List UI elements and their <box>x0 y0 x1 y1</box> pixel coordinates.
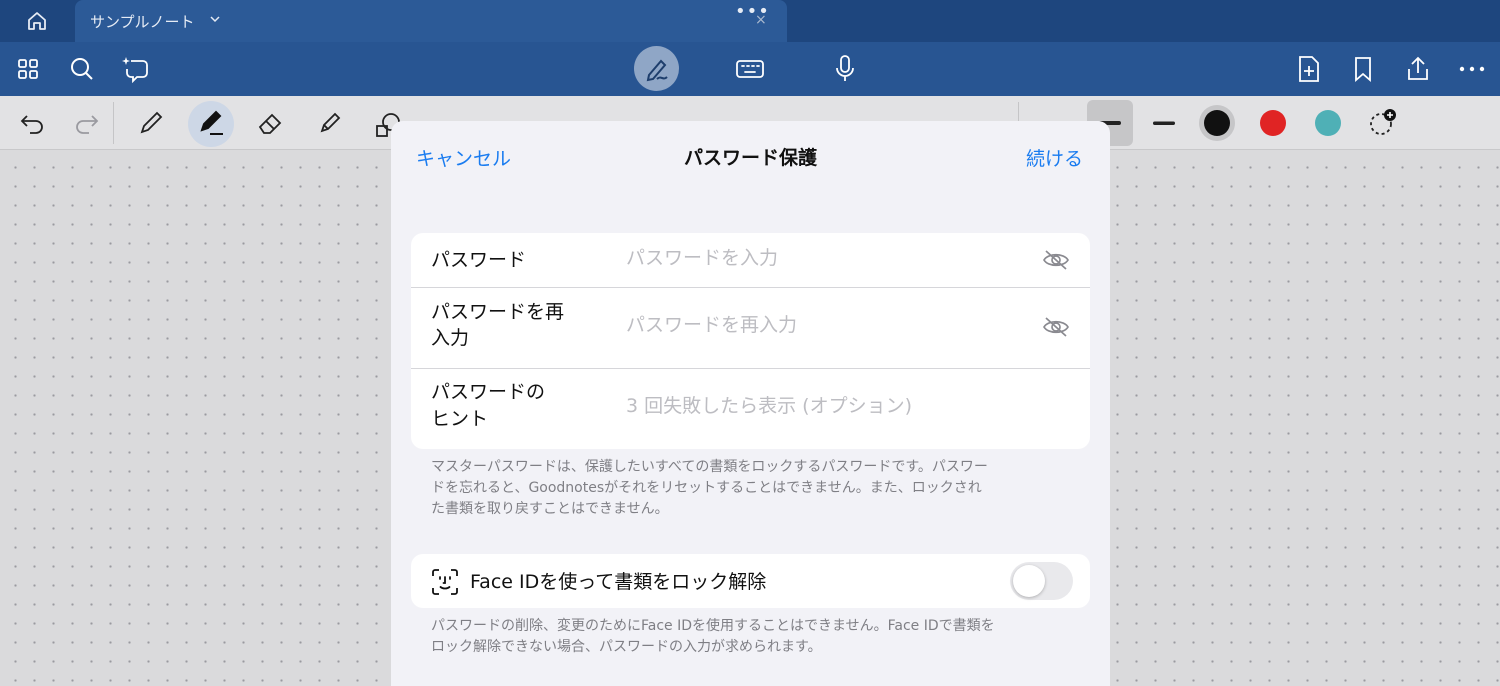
grid-icon[interactable] <box>12 53 44 85</box>
add-page-icon[interactable] <box>1293 53 1325 85</box>
stroke-medium-icon[interactable] <box>1146 105 1182 141</box>
dialog-title: パスワード保護 <box>683 147 817 169</box>
highlighter-icon[interactable] <box>312 105 348 141</box>
chevron-down-icon[interactable] <box>208 12 222 26</box>
password-field[interactable] <box>626 247 1026 269</box>
pen-icon[interactable] <box>193 105 229 141</box>
reenter-password-label-line2: 入力 <box>431 327 470 349</box>
toggle-knob <box>1013 565 1045 597</box>
home-icon <box>28 12 46 30</box>
pencil-icon[interactable] <box>133 105 169 141</box>
main-toolbar <box>0 42 1500 96</box>
reenter-password-label-line1: パスワードを再 <box>431 301 565 323</box>
faceid-note-line: ロック解除できない場合、パスワードの入力が求められます。 <box>431 639 822 655</box>
redo-icon[interactable] <box>69 105 105 141</box>
password-hint-label-line1: パスワードの <box>431 381 546 403</box>
faceid-note: パスワードの削除、変更のためにFace IDを使用することはできません。Face… <box>431 616 1076 658</box>
reenter-password-field[interactable] <box>626 314 1026 336</box>
home-button[interactable] <box>22 8 52 34</box>
face-id-icon <box>432 569 458 595</box>
color-red-swatch[interactable] <box>1260 110 1286 136</box>
search-icon[interactable] <box>66 53 98 85</box>
divider <box>113 102 114 144</box>
password-protection-dialog: キャンセル パスワード保護 続ける パスワード パスワードを再 入力 パスワード… <box>391 121 1110 686</box>
master-note-line: た書類を取り戻すことはできません。 <box>431 501 669 517</box>
undo-icon[interactable] <box>14 105 50 141</box>
password-hint-field[interactable] <box>626 395 1026 417</box>
password-hint-row: パスワードの ヒント <box>411 369 1090 449</box>
keyboard-icon[interactable] <box>734 53 766 85</box>
faceid-toggle[interactable] <box>1010 562 1073 600</box>
master-note-line: ドを忘れると、Goodnotesがそれをリセットすることはできません。また、ロッ… <box>431 480 982 496</box>
tab-bar: サンプルノート ••• × <box>0 0 1500 42</box>
eye-slash-icon[interactable] <box>1042 315 1070 339</box>
add-color-icon[interactable] <box>1364 105 1400 141</box>
faceid-label: Face IDを使って書類をロック解除 <box>470 571 767 593</box>
continue-button[interactable]: 続ける <box>1026 144 1083 171</box>
eraser-icon[interactable] <box>253 105 289 141</box>
lasso-ai-icon[interactable] <box>120 53 152 85</box>
microphone-icon[interactable] <box>829 53 861 85</box>
share-icon[interactable] <box>1402 53 1434 85</box>
password-fields-group: パスワード パスワードを再 入力 パスワードの ヒント <box>411 233 1090 449</box>
pen-mode-icon[interactable] <box>634 46 679 91</box>
master-password-note: マスターパスワードは、保護したいすべての書類をロックするパスワードです。パスワー… <box>431 457 1076 520</box>
bookmark-icon[interactable] <box>1347 53 1379 85</box>
eye-slash-icon[interactable] <box>1042 248 1070 272</box>
password-row: パスワード <box>411 233 1090 287</box>
faceid-row: Face IDを使って書類をロック解除 <box>411 554 1090 608</box>
color-teal-swatch[interactable] <box>1315 110 1341 136</box>
tab-close-icon[interactable]: × <box>755 12 767 28</box>
master-note-line: マスターパスワードは、保護したいすべての書類をロックするパスワードです。パスワー <box>431 459 988 475</box>
document-tab[interactable]: サンプルノート ••• × <box>75 0 787 42</box>
color-black-swatch[interactable] <box>1204 110 1230 136</box>
reenter-password-row: パスワードを再 入力 <box>411 288 1090 368</box>
password-hint-label-line2: ヒント <box>431 408 489 430</box>
password-label: パスワード <box>431 249 527 271</box>
more-icon[interactable] <box>1456 53 1488 85</box>
tab-title: サンプルノート <box>90 13 195 31</box>
faceid-note-line: パスワードの削除、変更のためにFace IDを使用することはできません。Face… <box>431 618 995 634</box>
